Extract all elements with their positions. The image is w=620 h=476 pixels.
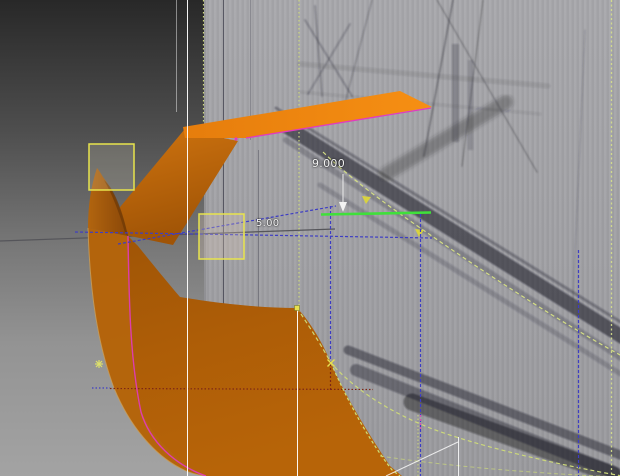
dimension-label-horizontal[interactable]: 5.00 <box>256 218 279 229</box>
selection-box[interactable] <box>198 213 245 260</box>
selection-box[interactable] <box>88 143 135 191</box>
edge-point <box>234 137 238 141</box>
mast-structure <box>452 44 459 142</box>
dimension-arrow <box>339 202 347 212</box>
frame-diagonal-bottom <box>385 441 459 476</box>
orange-surface-model[interactable] <box>87 91 432 476</box>
snap-star-marker[interactable] <box>95 360 103 368</box>
cad-viewport[interactable]: 9.000 5.00 <box>0 0 620 476</box>
curve-direction-arrow <box>415 229 424 237</box>
vertex-point-marker[interactable] <box>294 305 300 311</box>
dimension-label-vertical[interactable]: 9.000 <box>312 157 345 170</box>
curve-direction-arrow <box>362 196 371 204</box>
hull-band-lower <box>343 345 620 460</box>
